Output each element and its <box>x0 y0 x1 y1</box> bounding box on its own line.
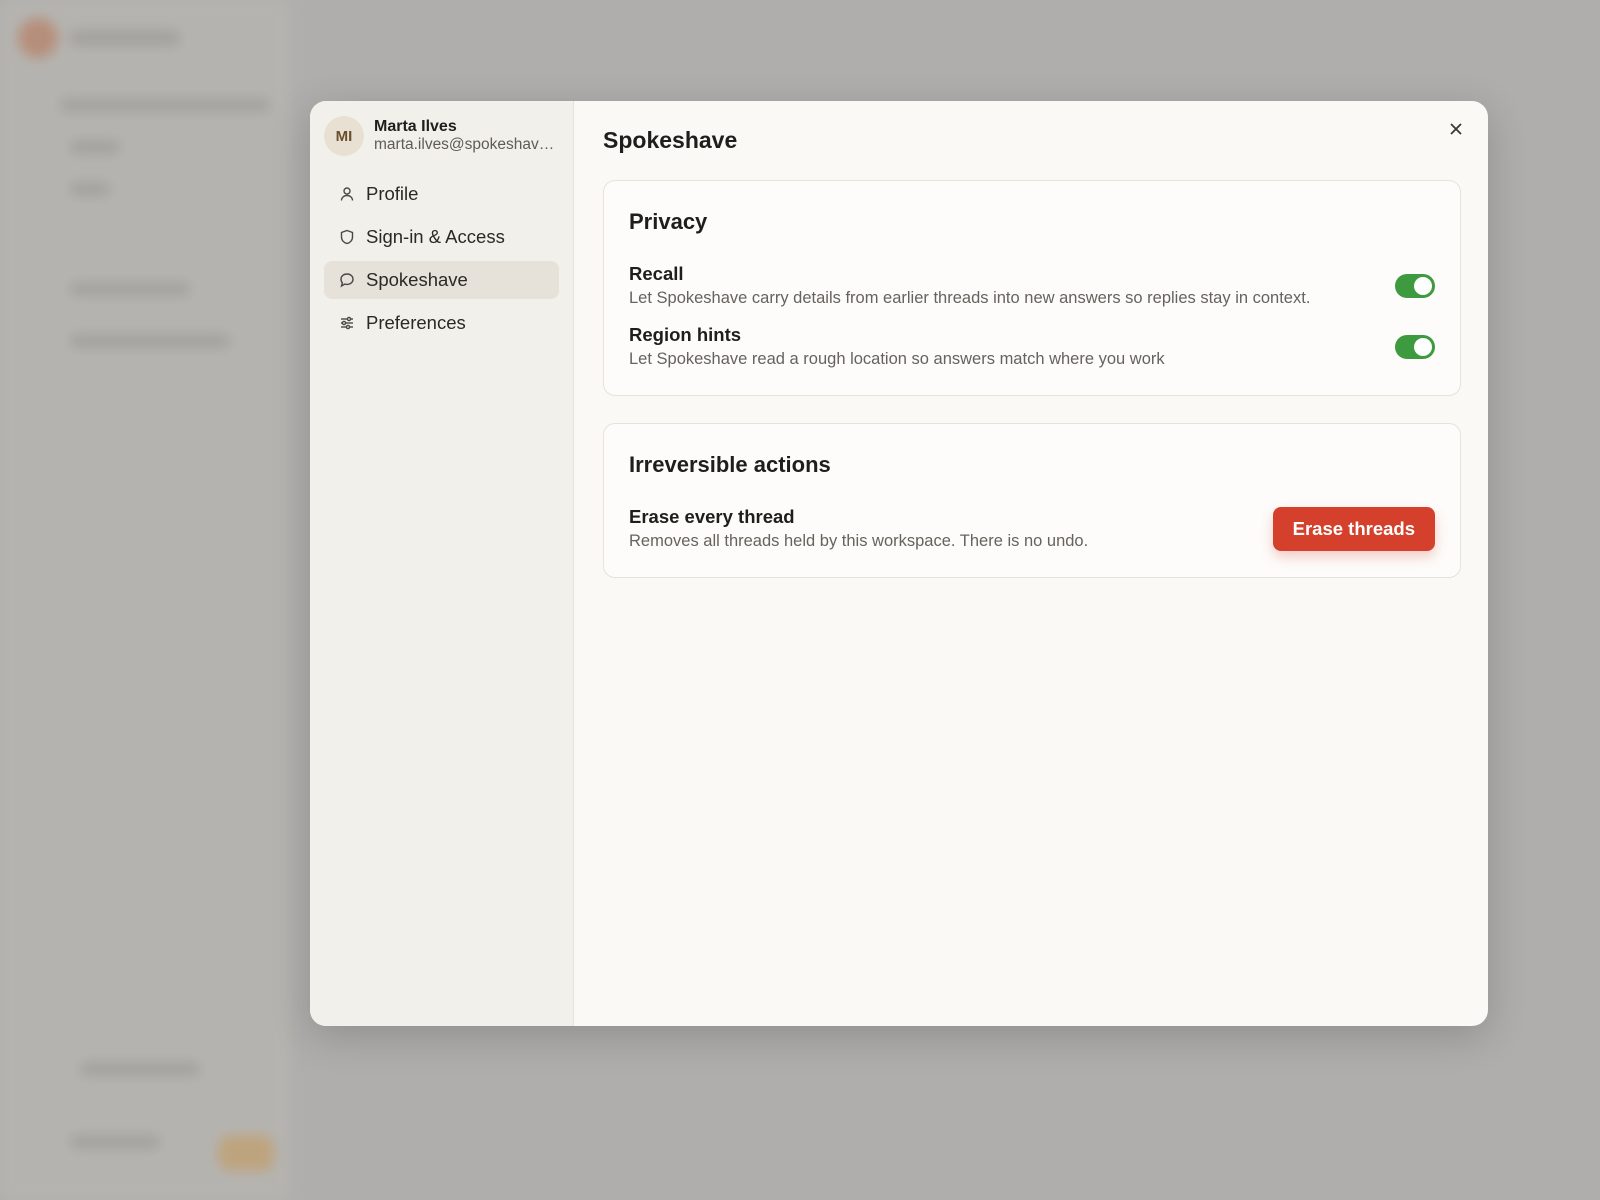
region-hints-toggle[interactable] <box>1395 334 1435 359</box>
shield-icon <box>338 228 356 246</box>
close-icon <box>1449 122 1463 141</box>
privacy-heading: Privacy <box>629 209 708 234</box>
account-name: Marta Ilves <box>374 118 457 135</box>
setting-region-hints: Region hints Let Spokeshave read a rough… <box>629 324 1435 369</box>
nav-item-sign-in-access[interactable]: Sign-in & Access <box>324 218 559 256</box>
toggle-knob <box>1414 337 1432 356</box>
chat-bubble-icon <box>338 271 356 289</box>
settings-modal: MI Marta Ilves marta.ilves@spokeshave.co… <box>310 101 1488 1026</box>
settings-nav: MI Marta Ilves marta.ilves@spokeshave.co… <box>310 101 574 1026</box>
page-title: Spokeshave <box>603 127 738 153</box>
nav-list: Profile Sign-in & Access Spokeshave Pref… <box>324 175 559 342</box>
setting-title: Region hints <box>629 324 742 345</box>
toggle-knob <box>1414 276 1432 295</box>
privacy-card: Privacy Recall Let Spokeshave carry deta… <box>603 180 1461 396</box>
nav-item-spokeshave[interactable]: Spokeshave <box>324 261 559 299</box>
nav-item-label: Profile <box>366 183 419 204</box>
avatar: MI <box>324 116 364 156</box>
setting-description: Let Spokeshave read a rough location so … <box>629 350 1165 368</box>
setting-description: Let Spokeshave carry details from earlie… <box>629 289 1311 307</box>
nav-item-label: Preferences <box>366 312 466 333</box>
nav-item-label: Sign-in & Access <box>366 226 505 247</box>
setting-title: Erase every thread <box>629 506 795 527</box>
nav-item-profile[interactable]: Profile <box>324 175 559 213</box>
erase-threads-button[interactable]: Erase threads <box>1272 506 1435 551</box>
recall-toggle[interactable] <box>1395 273 1435 298</box>
setting-description: Removes all threads held by this workspa… <box>629 532 1089 550</box>
nav-item-label: Spokeshave <box>366 269 468 290</box>
setting-recall: Recall Let Spokeshave carry details from… <box>629 263 1435 308</box>
person-icon <box>338 185 356 203</box>
irreversible-heading: Irreversible actions <box>629 452 831 477</box>
account-summary: MI Marta Ilves marta.ilves@spokeshave.co… <box>324 113 559 157</box>
settings-content: Spokeshave Privacy Recall Let Spokeshave… <box>574 101 1488 1026</box>
nav-item-preferences[interactable]: Preferences <box>324 304 559 342</box>
account-email: marta.ilves@spokeshave.com <box>374 136 558 153</box>
setting-erase-threads: Erase every thread Removes all threads h… <box>629 506 1435 551</box>
irreversible-actions-card: Irreversible actions Erase every thread … <box>603 423 1461 578</box>
setting-title: Recall <box>629 263 684 284</box>
sliders-icon <box>338 314 356 332</box>
close-button[interactable] <box>1444 119 1468 143</box>
